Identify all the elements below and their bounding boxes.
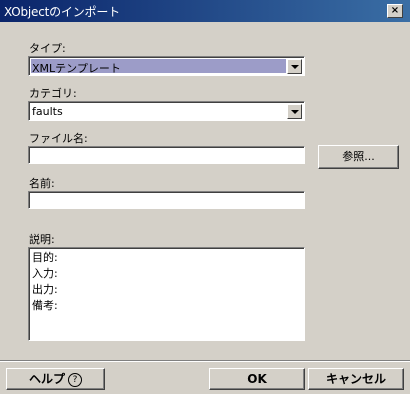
category-label: カテゴリ: bbox=[29, 87, 77, 100]
description-line: 備考: bbox=[32, 299, 58, 312]
type-value: XMLテンプレート bbox=[32, 62, 121, 75]
description-line: 出力: bbox=[32, 283, 58, 296]
chevron-down-icon[interactable] bbox=[287, 59, 302, 74]
cancel-button[interactable]: キャンセル bbox=[308, 368, 404, 390]
close-icon: × bbox=[390, 5, 400, 16]
category-combobox[interactable]: faults bbox=[28, 101, 305, 121]
filename-input[interactable] bbox=[28, 146, 305, 164]
description-textarea[interactable]: 目的: 入力: 出力: 備考: bbox=[28, 247, 305, 341]
ok-label: OK bbox=[247, 372, 267, 386]
browse-button[interactable]: 参照... bbox=[318, 145, 399, 169]
description-line: 目的: bbox=[32, 251, 58, 264]
description-label: 説明: bbox=[29, 233, 55, 246]
window-title: XObjectのインポート bbox=[4, 5, 120, 19]
cancel-label: キャンセル bbox=[325, 372, 386, 386]
description-content: 目的: 入力: 出力: 備考: bbox=[32, 250, 58, 314]
title-bar: XObjectのインポート × bbox=[0, 0, 410, 22]
name-label: 名前: bbox=[29, 177, 55, 190]
category-value: faults bbox=[32, 105, 63, 118]
help-button[interactable]: ヘルプ? bbox=[6, 368, 105, 390]
type-label: タイプ: bbox=[29, 42, 66, 55]
description-line: 入力: bbox=[32, 267, 58, 280]
footer-divider bbox=[0, 360, 410, 362]
name-input[interactable] bbox=[28, 191, 305, 209]
help-label: ヘルプ bbox=[28, 372, 65, 386]
chevron-down-icon[interactable] bbox=[287, 104, 302, 119]
browse-label: 参照... bbox=[342, 150, 375, 163]
filename-label: ファイル名: bbox=[29, 132, 88, 145]
question-circle-icon: ? bbox=[68, 372, 82, 387]
close-button[interactable]: × bbox=[387, 4, 403, 18]
ok-button[interactable]: OK bbox=[209, 368, 305, 390]
type-combobox[interactable]: XMLテンプレート bbox=[28, 56, 305, 76]
